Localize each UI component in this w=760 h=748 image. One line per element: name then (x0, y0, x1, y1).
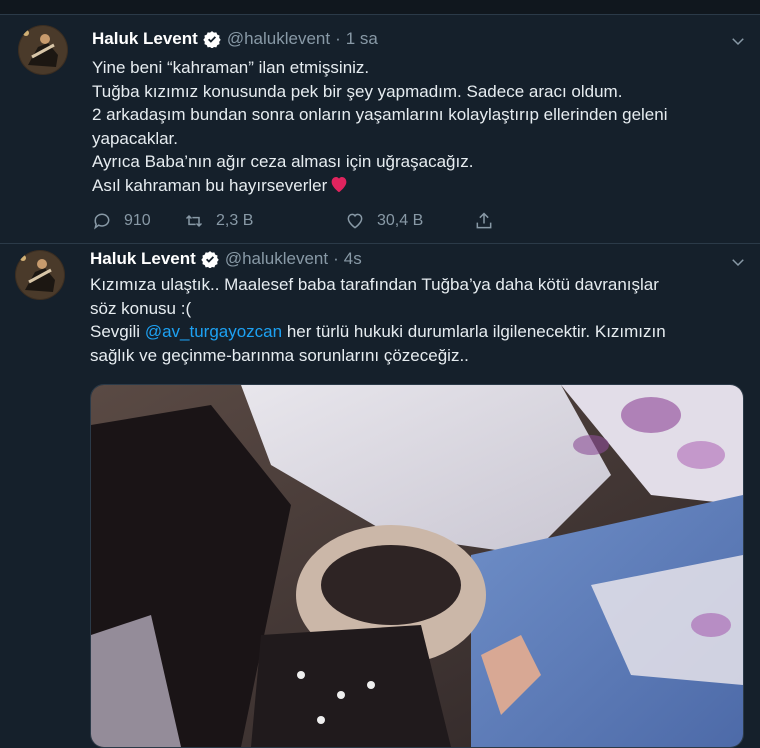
tweet-line: Kızımıza ulaştık.. Maalesef baba tarafın… (90, 275, 659, 294)
separator: · (333, 249, 339, 268)
timestamp[interactable]: 4s (344, 249, 362, 269)
tweet-actions: 910 2,3 B 30,4 B (92, 211, 512, 235)
avatar-image (15, 250, 65, 300)
tweet-line-text: Asıl kahraman bu hayırseverler (92, 175, 328, 195)
heart-emoji (331, 176, 347, 192)
verified-badge-icon (203, 31, 221, 48)
mention-link[interactable]: @av_turgayozcan (145, 322, 282, 341)
timestamp[interactable]: 1 sa (346, 29, 378, 49)
tweet[interactable]: Haluk Levent @haluklevent · 1 sa Yine be… (0, 15, 760, 244)
avatar[interactable] (18, 25, 68, 75)
top-bar (0, 0, 760, 15)
tweet-line: 2 arkadaşım bundan sonra onların yaşamla… (92, 105, 668, 124)
user-handle[interactable]: @haluklevent (225, 249, 328, 269)
tweet-line: sağlık ve geçinme-barınma sorunlarını çö… (90, 345, 469, 365)
retweet-button[interactable]: 2,3 B (184, 211, 253, 231)
share-button[interactable] (474, 211, 506, 231)
tweet[interactable]: Haluk Levent @haluklevent · 4s Kızımıza … (0, 244, 760, 748)
retweet-count: 2,3 B (216, 212, 254, 229)
display-name[interactable]: Haluk Levent (92, 29, 198, 49)
tweet-text: Kızımıza ulaştık.. Maalesef baba tarafın… (90, 273, 666, 367)
reply-icon (94, 213, 110, 230)
tweet-text: Yine beni “kahraman” ilan etmişsiniz. Tu… (92, 56, 668, 197)
tweet-line: Tuğba kızımız konusunda pek bir şey yapm… (92, 81, 623, 101)
verified-badge-icon (201, 251, 219, 268)
tweet-line-last: Asıl kahraman bu hayırseverler (92, 174, 668, 198)
tweet-line: Ayrıca Baba’nın ağır ceza alması için uğ… (92, 152, 474, 171)
user-handle[interactable]: @haluklevent (227, 29, 330, 49)
photo (91, 385, 743, 747)
tweet-line: Yine beni “kahraman” ilan etmişsiniz. (92, 58, 370, 77)
tweet-line: yapacaklar. (92, 128, 178, 148)
avatar-image (18, 25, 68, 75)
tweet-media-image[interactable] (90, 384, 744, 748)
tweet-line-text: Sevgili (90, 322, 145, 341)
like-count: 30,4 B (377, 212, 424, 229)
like-button[interactable]: 30,4 B (345, 211, 423, 231)
display-name[interactable]: Haluk Levent (90, 249, 196, 269)
tweet-line-text: her türlü hukuki durumlarla ilgilenecekt… (282, 322, 666, 341)
retweet-icon (185, 214, 203, 228)
reply-button[interactable]: 910 (92, 211, 151, 231)
share-icon (476, 212, 492, 229)
like-icon (347, 213, 363, 229)
chevron-down-icon[interactable] (729, 32, 747, 50)
separator: · (335, 29, 341, 48)
avatar[interactable] (15, 250, 65, 300)
tweet-line: söz konusu :( (90, 298, 192, 318)
reply-count: 910 (124, 212, 151, 229)
tweet-line: Sevgili @av_turgayozcan her türlü hukuki… (90, 320, 666, 344)
chevron-down-icon[interactable] (729, 253, 747, 271)
